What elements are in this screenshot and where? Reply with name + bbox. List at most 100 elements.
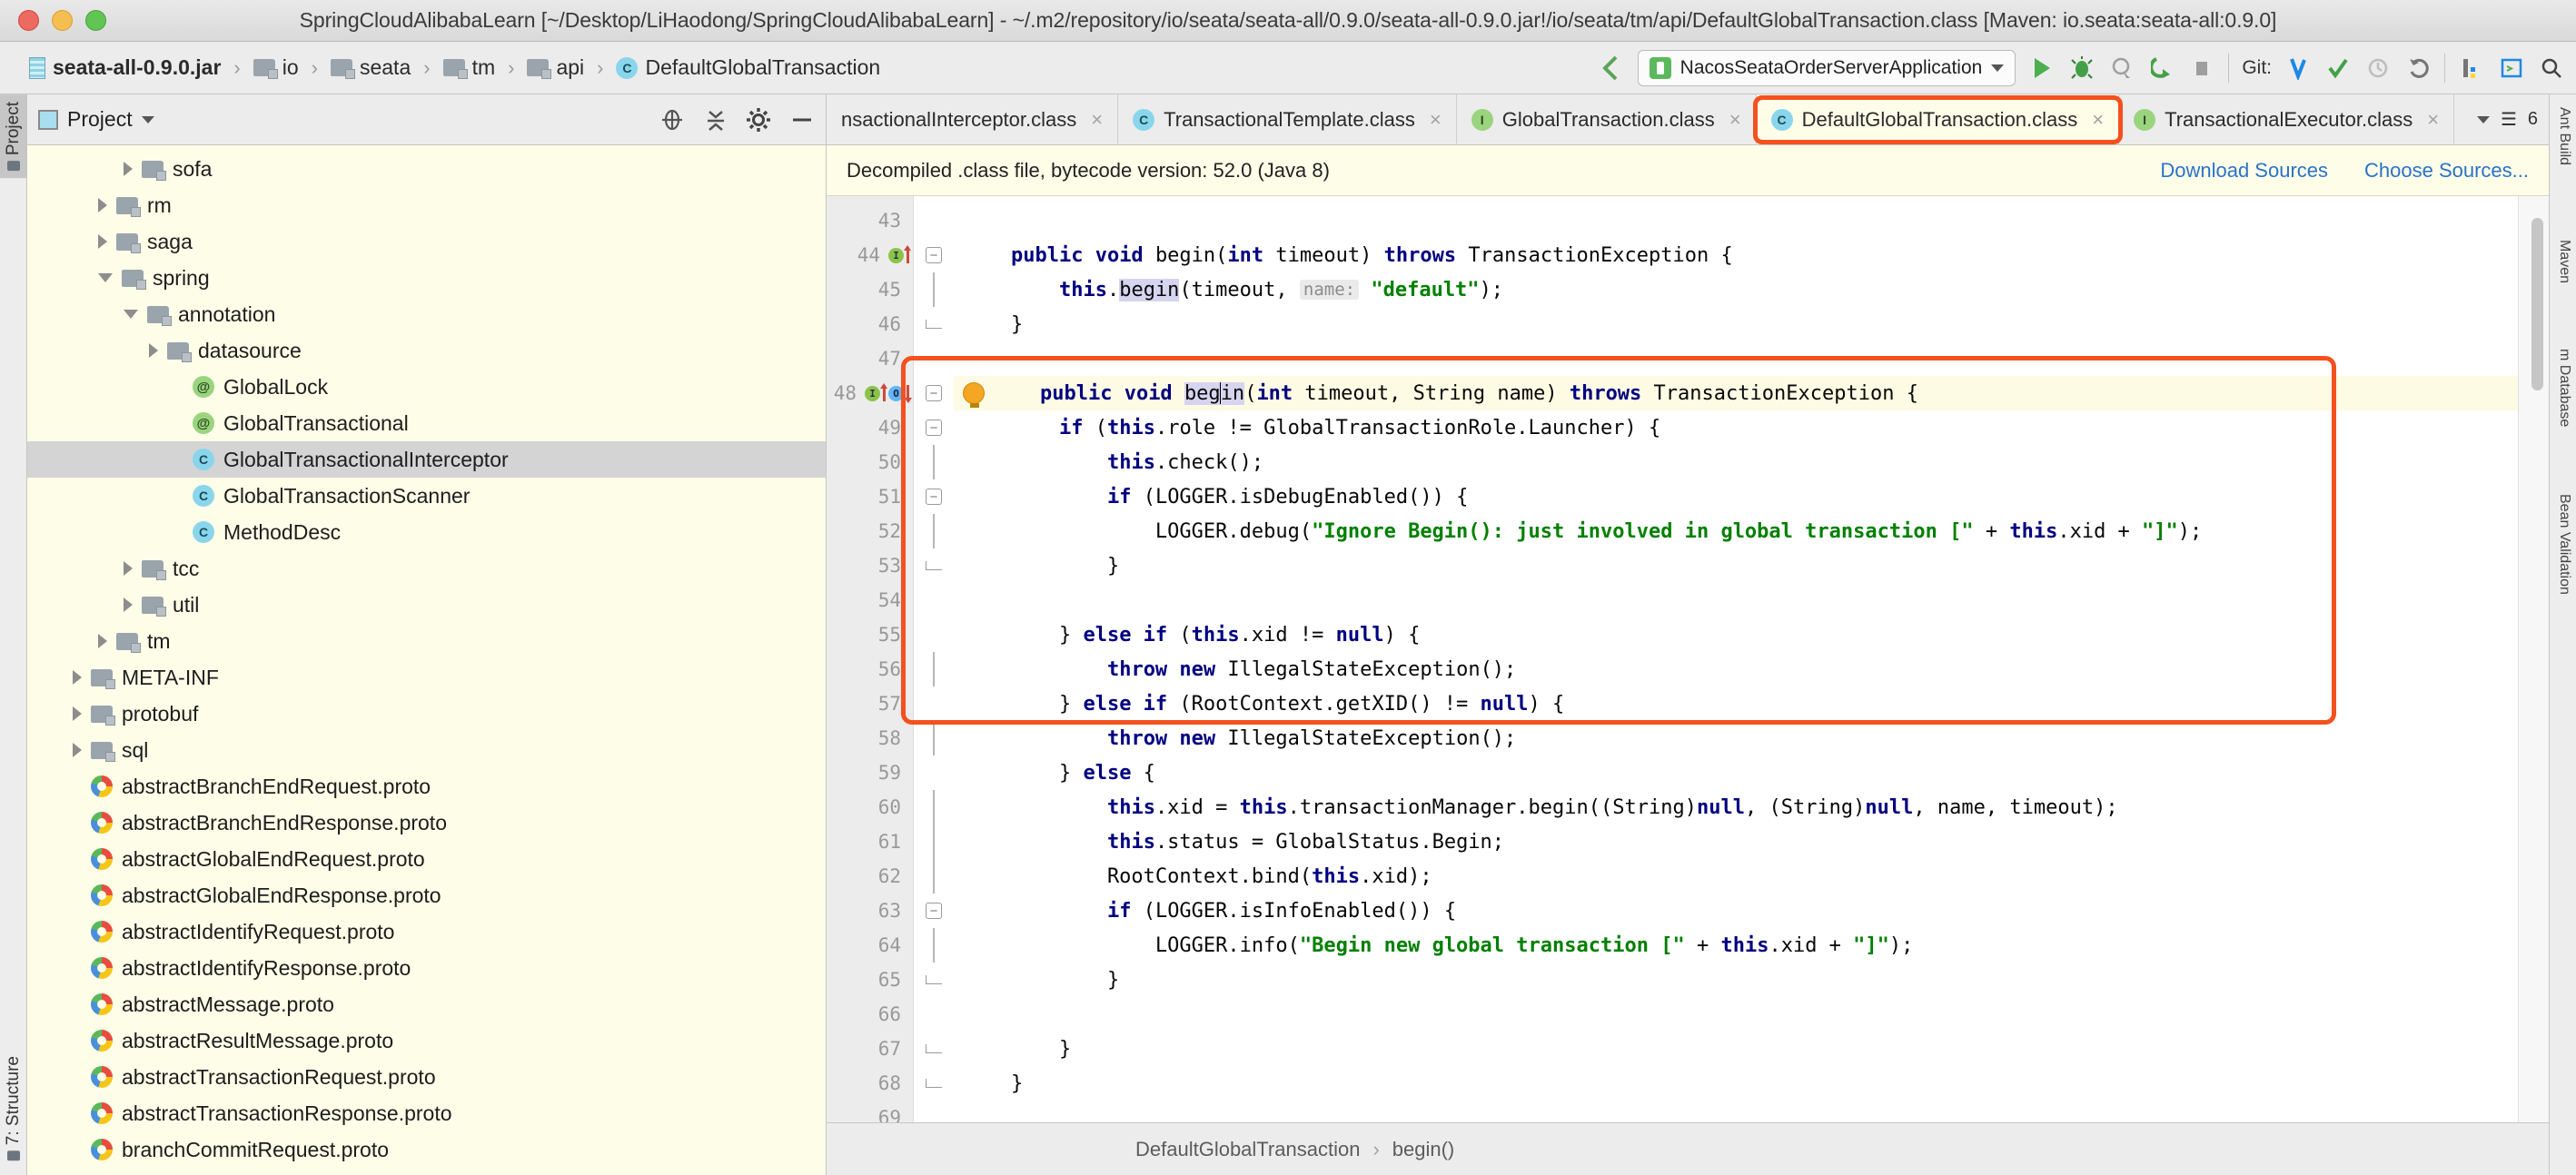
code-line[interactable]: throw new IllegalStateException(); (954, 721, 2518, 755)
tree-node-spring[interactable]: spring (27, 260, 826, 296)
fold-collapse-icon[interactable]: − (926, 385, 942, 401)
fold-marker-slot[interactable] (914, 583, 954, 617)
gutter-line[interactable]: 50 (827, 445, 913, 479)
gutter-line[interactable]: 52 (827, 514, 913, 548)
code-line[interactable]: } else if (this.xid != null) { (954, 617, 2518, 652)
tree-node-tcc[interactable]: tcc (27, 550, 826, 587)
fold-collapse-icon[interactable]: − (926, 489, 942, 505)
implementing-method-icon[interactable]: I (888, 248, 904, 263)
collapse-all-icon[interactable] (704, 106, 728, 133)
back-icon[interactable] (1598, 54, 1625, 82)
chevron-right-icon[interactable] (73, 743, 82, 757)
fold-marker-slot[interactable] (914, 859, 954, 894)
code-line[interactable]: this.check(); (954, 445, 2518, 479)
fold-marker-slot[interactable]: − (914, 894, 954, 928)
code-line[interactable] (954, 1101, 2518, 1122)
locate-icon[interactable] (659, 106, 686, 133)
code-line[interactable]: } (954, 963, 2518, 997)
breadcrumb-item-api[interactable]: api (521, 54, 590, 82)
close-icon[interactable]: × (2092, 108, 2104, 132)
fold-marker-slot[interactable] (914, 997, 954, 1032)
code-line[interactable]: } else if (RootContext.getXID() != null)… (954, 686, 2518, 721)
tree-node-globaltransactionalinterceptor[interactable]: CGlobalTransactionalInterceptor (27, 441, 826, 478)
close-icon[interactable]: × (2427, 108, 2439, 132)
fold-marker-slot[interactable] (914, 721, 954, 755)
code-line[interactable]: } (954, 1066, 2518, 1101)
editor-tab-globaltransactionalinterceptor[interactable]: nsactionalInterceptor.class × (827, 94, 1118, 144)
code-line[interactable]: LOGGER.debug("Ignore Begin(): just invol… (954, 514, 2518, 548)
download-sources-link[interactable]: Download Sources (2160, 159, 2328, 183)
code-line[interactable]: this.status = GlobalStatus.Begin; (954, 824, 2518, 859)
editor-tab-defaultglobaltransaction[interactable]: C DefaultGlobalTransaction.class × (1757, 94, 2120, 144)
tree-node-datasource[interactable]: datasource (27, 332, 826, 369)
breadcrumb-item-class[interactable]: C DefaultGlobalTransaction (610, 54, 886, 82)
fold-collapse-icon[interactable]: − (926, 903, 942, 919)
fold-marker-slot[interactable]: − (914, 410, 954, 445)
tree-node-abstractresultmessage-proto[interactable]: abstractResultMessage.proto (27, 1022, 826, 1059)
code-line[interactable]: if (this.role != GlobalTransactionRole.L… (954, 410, 2518, 445)
editor-tab-transactionaltemplate[interactable]: C TransactionalTemplate.class × (1118, 94, 1457, 144)
gutter-line[interactable]: 62 (827, 859, 913, 894)
project-tree[interactable]: sofarmsagaspringannotationdatasource@Glo… (27, 145, 826, 1175)
chevron-right-icon[interactable] (124, 597, 133, 612)
gutter-line[interactable]: 47 (827, 341, 913, 376)
search-icon[interactable] (2538, 54, 2565, 82)
tool-window-database[interactable]: m Database (2549, 340, 2576, 436)
code-line[interactable]: LOGGER.info("Begin new global transactio… (954, 928, 2518, 963)
tool-window-maven[interactable]: Maven (2549, 231, 2576, 292)
chevron-right-icon[interactable] (149, 343, 158, 358)
code-line[interactable]: } else { (954, 755, 2518, 790)
fold-marker-slot[interactable] (914, 307, 954, 341)
code-line[interactable] (954, 203, 2518, 238)
gutter-line[interactable]: 58 (827, 721, 913, 755)
tree-node-tm[interactable]: tm (27, 623, 826, 659)
gear-icon[interactable] (746, 107, 771, 133)
code-line[interactable]: throw new IllegalStateException(); (954, 652, 2518, 686)
editor-fold-column[interactable]: −−−−−−−− (914, 196, 954, 1122)
gutter-line[interactable]: 49 (827, 410, 913, 445)
tree-node-abstractglobalendrequest-proto[interactable]: abstractGlobalEndRequest.proto (27, 841, 826, 877)
code-line[interactable] (954, 341, 2518, 376)
code-line[interactable]: } (954, 548, 2518, 583)
gutter-line[interactable]: 67 (827, 1032, 913, 1066)
minimize-button[interactable] (52, 10, 73, 31)
code-editor[interactable]: 4344I45464748IO4950515253545556575859606… (827, 196, 2549, 1122)
fold-marker-slot[interactable] (914, 790, 954, 824)
chevron-right-icon[interactable] (98, 234, 107, 249)
fold-marker-slot[interactable] (914, 928, 954, 963)
tree-node-abstracttransactionrequest-proto[interactable]: abstractTransactionRequest.proto (27, 1059, 826, 1095)
tool-window-project[interactable]: Project (0, 94, 27, 178)
code-line[interactable]: RootContext.bind(this.xid); (954, 859, 2518, 894)
gutter-line[interactable]: 43 (827, 203, 913, 238)
fold-marker-slot[interactable] (914, 1032, 954, 1066)
fold-marker-slot[interactable] (914, 341, 954, 376)
status-method-name[interactable]: begin() (1392, 1138, 1454, 1161)
fold-collapse-icon[interactable]: − (926, 247, 942, 263)
chevron-down-icon[interactable] (98, 273, 113, 282)
fold-marker-slot[interactable] (914, 548, 954, 583)
gutter-line[interactable]: 64 (827, 928, 913, 963)
chevron-right-icon[interactable] (98, 198, 107, 212)
gutter-line[interactable]: 51 (827, 479, 913, 514)
tree-node-branchcommitrequest-proto[interactable]: branchCommitRequest.proto (27, 1131, 826, 1168)
breadcrumb-item-jar[interactable]: seata-all-0.9.0.jar (24, 54, 226, 82)
gutter-line[interactable]: 61 (827, 824, 913, 859)
gutter-line[interactable]: 68 (827, 1066, 913, 1101)
tree-node-abstractidentifyresponse-proto[interactable]: abstractIdentifyResponse.proto (27, 950, 826, 986)
chevron-down-icon[interactable] (142, 116, 154, 123)
editor-scrollbar[interactable] (2518, 196, 2549, 1122)
chevron-right-icon[interactable] (98, 634, 107, 648)
fold-marker-slot[interactable] (914, 652, 954, 686)
gutter-line[interactable]: 59 (827, 755, 913, 790)
code-line[interactable]: public void begin(int timeout, String na… (954, 376, 2518, 410)
fold-marker-slot[interactable] (914, 963, 954, 997)
tree-node-abstractglobalendresponse-proto[interactable]: abstractGlobalEndResponse.proto (27, 877, 826, 913)
tree-node-methoddesc[interactable]: CMethodDesc (27, 514, 826, 550)
revert-icon[interactable] (2404, 54, 2432, 82)
gutter-line[interactable]: 60 (827, 790, 913, 824)
fold-marker-slot[interactable] (914, 824, 954, 859)
fold-marker-slot[interactable]: − (914, 376, 954, 410)
implementing-method-icon[interactable]: I (865, 386, 880, 401)
profile-icon[interactable] (2148, 54, 2175, 82)
chevron-right-icon[interactable] (73, 706, 82, 721)
